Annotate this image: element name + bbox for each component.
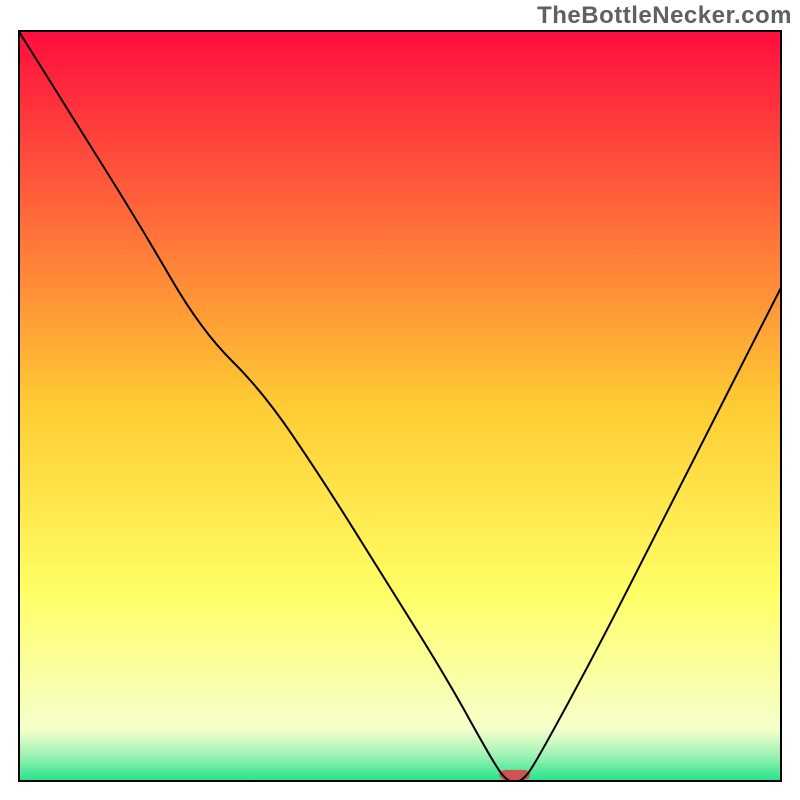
watermark-label: TheBottleNecker.com (537, 2, 792, 30)
chart-plot-area (18, 30, 782, 782)
marker-pill (499, 770, 530, 780)
chart-background (18, 30, 782, 782)
chart-svg (18, 30, 782, 782)
chart-frame: TheBottleNecker.com (0, 0, 800, 800)
